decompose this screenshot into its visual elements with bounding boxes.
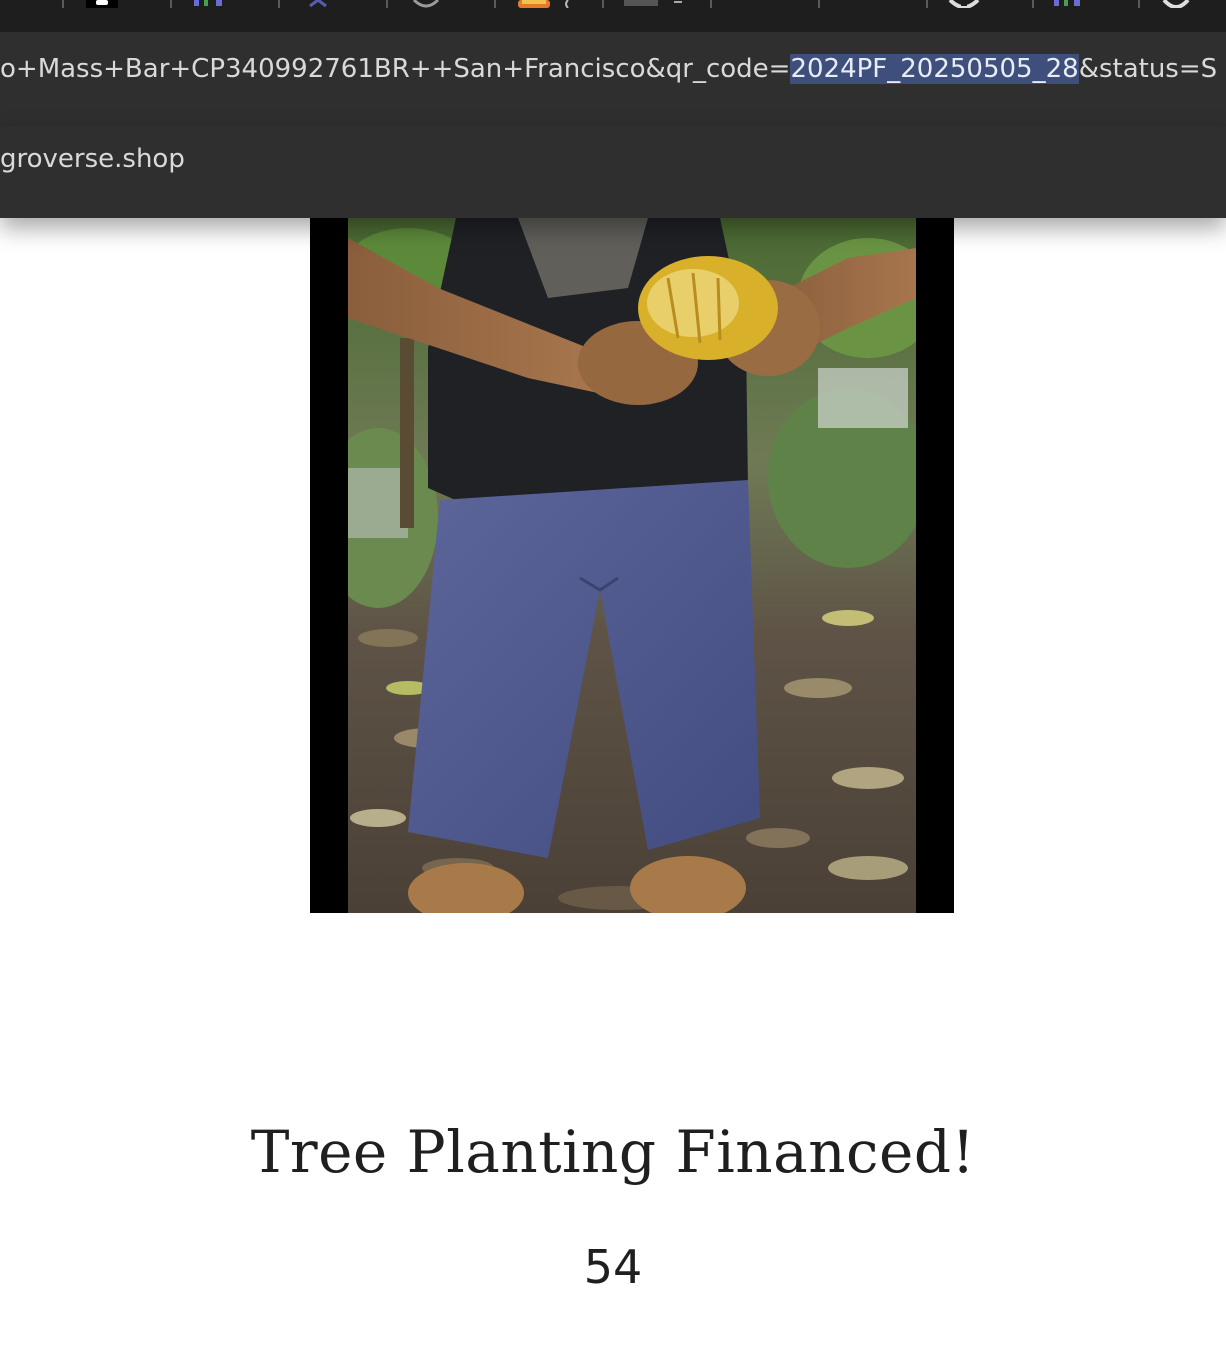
tab-separator bbox=[1032, 0, 1034, 8]
video-player[interactable] bbox=[310, 218, 954, 913]
tab-separator bbox=[926, 0, 928, 8]
tab-favicon-icon[interactable] bbox=[86, 0, 118, 8]
tab-separator bbox=[170, 0, 172, 8]
tab-separator bbox=[494, 0, 496, 8]
github-icon[interactable] bbox=[1162, 0, 1192, 8]
url-suffix: &status=S bbox=[1078, 54, 1218, 84]
instagram-icon[interactable] bbox=[518, 0, 578, 8]
trees-financed-count: 54 bbox=[583, 1240, 643, 1294]
tab-favicon-icon[interactable] bbox=[1054, 0, 1114, 8]
address-bar[interactable]: o+Mass+Bar+CP340992761BR++San+Francisco&… bbox=[0, 32, 1226, 126]
tab-favicon-icon[interactable] bbox=[308, 0, 332, 8]
browser-tab-strip bbox=[0, 0, 1226, 32]
video-frame bbox=[348, 218, 916, 913]
url-prefix: o+Mass+Bar+CP340992761BR++San+Francisco&… bbox=[0, 54, 791, 84]
tab-separator bbox=[1138, 0, 1140, 8]
tab-separator bbox=[62, 0, 64, 8]
tab-separator bbox=[278, 0, 280, 8]
suggestion-text: groverse.shop bbox=[0, 144, 185, 174]
github-icon[interactable] bbox=[948, 0, 1008, 8]
omnibox-suggestion[interactable]: groverse.shop bbox=[0, 126, 1226, 218]
tab-favicon-icon[interactable] bbox=[624, 0, 690, 8]
page-heading: Tree Planting Financed! bbox=[250, 1118, 976, 1186]
tab-favicon-icon[interactable] bbox=[194, 0, 230, 8]
cacao-harvest-video-image bbox=[348, 218, 916, 913]
tab-separator bbox=[386, 0, 388, 8]
tab-separator bbox=[602, 0, 604, 8]
tab-separator bbox=[710, 0, 712, 8]
tab-separator bbox=[818, 0, 820, 8]
url-selection: 2024PF_20250505_28 bbox=[790, 54, 1079, 84]
url-text[interactable]: o+Mass+Bar+CP340992761BR++San+Francisco&… bbox=[0, 52, 1217, 86]
tab-favicon-icon[interactable] bbox=[412, 0, 440, 8]
